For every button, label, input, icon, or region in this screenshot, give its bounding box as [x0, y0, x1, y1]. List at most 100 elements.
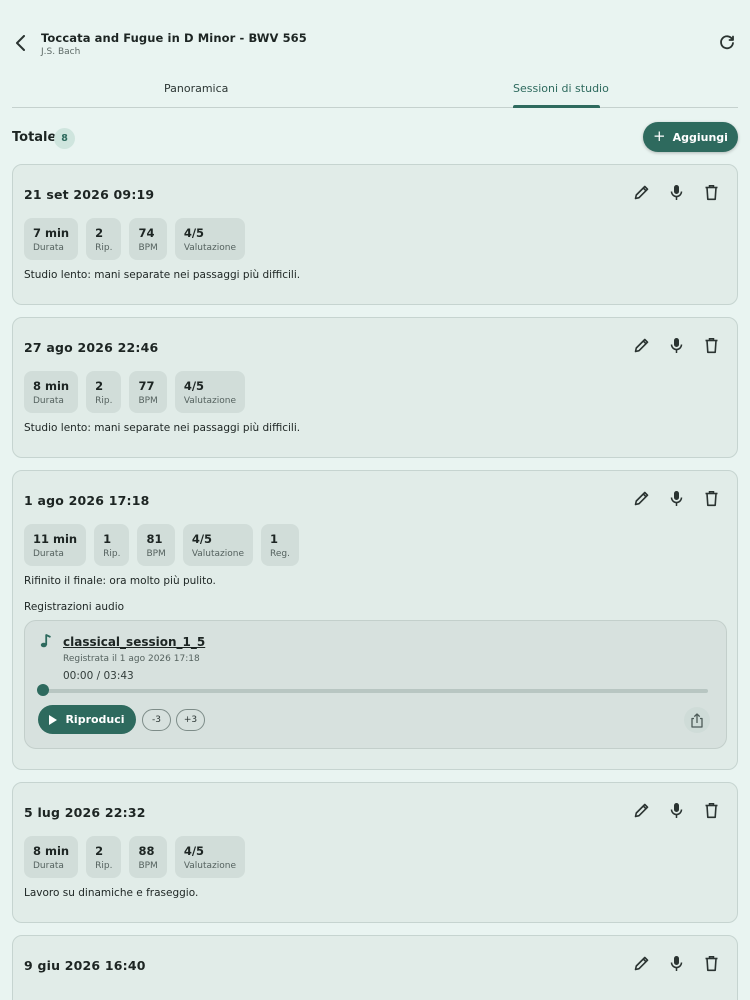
stat-label: Rip.: [95, 395, 113, 406]
stat-chip-rating: 4/5 Valutazione: [182, 524, 254, 566]
session-date: 9 giu 2026 16:40: [24, 958, 146, 973]
playback-time: 00:00 / 03:43: [63, 670, 134, 682]
session-card: 5 lug 2026 22:32 8 min Durata 2 Rip. 88 BPM…: [12, 782, 738, 923]
total-label: Totale: [12, 130, 57, 145]
add-button-label: Aggiungi: [672, 130, 728, 144]
session-card: 21 set 2026 09:19 7 min Durata 2 Rip. 74 BP…: [12, 164, 738, 305]
title-block: Toccata and Fugue in D Minor - BWV 565 J…: [41, 31, 307, 57]
trash-icon: [705, 185, 718, 201]
session-stats: 8 min Durata 2 Rip. 88 BPM 4/5 Valutazione: [24, 836, 246, 878]
skip-forward-button[interactable]: +3: [176, 709, 205, 731]
delete-button[interactable]: [703, 337, 720, 354]
delete-button[interactable]: [703, 802, 720, 819]
tab-study-sessions[interactable]: Sessioni di studio: [513, 82, 609, 95]
trash-icon: [705, 803, 718, 819]
record-button[interactable]: [668, 490, 685, 507]
refresh-button[interactable]: [718, 34, 736, 52]
edit-button[interactable]: [633, 490, 650, 507]
stat-value: 8 min: [33, 843, 70, 858]
session-card: 9 giu 2026 16:40: [12, 935, 738, 1000]
stat-chip-bpm: 74 BPM: [129, 218, 167, 260]
record-button[interactable]: [668, 802, 685, 819]
plus-icon: +: [653, 127, 666, 145]
share-icon: [691, 712, 703, 728]
back-button[interactable]: [10, 32, 32, 54]
playback-slider-thumb[interactable]: [37, 684, 49, 696]
stat-label: Durata: [33, 242, 64, 253]
stat-label: Valutazione: [183, 860, 237, 871]
recording-name[interactable]: classical_session_1_5: [63, 635, 205, 649]
edit-button[interactable]: [633, 802, 650, 819]
total-count-badge: 8: [54, 128, 75, 149]
pencil-icon: [634, 803, 649, 818]
trash-icon: [705, 338, 718, 354]
stat-chip-bpm: 81 BPM: [137, 524, 175, 566]
microphone-icon: [670, 185, 683, 200]
stat-label: Valutazione: [183, 242, 237, 253]
stat-value: 2: [95, 378, 104, 393]
stat-value: 2: [95, 225, 104, 240]
session-card: 27 ago 2026 22:46 8 min Durata 2 Rip. 77 BP…: [12, 317, 738, 458]
record-button[interactable]: [668, 184, 685, 201]
stat-chip-bpm: 88 BPM: [129, 836, 167, 878]
stat-label: Valutazione: [191, 548, 245, 559]
stat-value: 4/5: [183, 843, 205, 858]
stat-label: Durata: [33, 860, 64, 871]
composer-subtitle: J.S. Bach: [41, 47, 81, 57]
microphone-icon: [670, 803, 683, 818]
stat-value: 81: [146, 531, 163, 546]
edit-button[interactable]: [633, 184, 650, 201]
stat-chip-duration: 7 min Durata: [24, 218, 79, 260]
stat-value: 8 min: [33, 378, 70, 393]
microphone-icon: [670, 491, 683, 506]
session-date: 5 lug 2026 22:32: [24, 805, 146, 820]
session-actions: [633, 490, 720, 507]
stat-chip-duration: 11 min Durata: [24, 524, 87, 566]
trash-icon: [705, 956, 718, 972]
edit-button[interactable]: [633, 337, 650, 354]
stat-chip-duration: 8 min Durata: [24, 836, 79, 878]
stat-label: BPM: [138, 395, 158, 406]
stat-value: 11 min: [33, 531, 78, 546]
session-actions: [633, 955, 720, 972]
session-note: Lavoro su dinamiche e fraseggio.: [24, 887, 199, 899]
stat-label: Valutazione: [183, 395, 237, 406]
record-button[interactable]: [668, 955, 685, 972]
stat-chip-repetitions: 2 Rip.: [86, 218, 122, 260]
stat-label: BPM: [146, 548, 166, 559]
session-actions: [633, 802, 720, 819]
stat-label: Rip.: [95, 242, 113, 253]
stat-value: 2: [95, 843, 104, 858]
playback-slider[interactable]: [43, 689, 708, 693]
refresh-icon: [720, 35, 734, 50]
delete-button[interactable]: [703, 184, 720, 201]
microphone-icon: [670, 338, 683, 353]
stat-chip-rating: 4/5 Valutazione: [174, 836, 246, 878]
play-icon: [49, 714, 58, 725]
delete-button[interactable]: [703, 490, 720, 507]
app-bar: Toccata and Fugue in D Minor - BWV 565 J…: [0, 0, 750, 80]
stat-value: 77: [138, 378, 155, 393]
pencil-icon: [634, 185, 649, 200]
stat-chip-repetitions: 2 Rip.: [86, 371, 122, 413]
share-button[interactable]: [684, 707, 710, 733]
stat-value: 7 min: [33, 225, 70, 240]
session-note: Studio lento: mani separate nei passaggi…: [24, 269, 301, 281]
session-actions: [633, 184, 720, 201]
delete-button[interactable]: [703, 955, 720, 972]
stat-label: Durata: [33, 548, 64, 559]
page-title: Toccata and Fugue in D Minor - BWV 565: [41, 31, 307, 45]
stat-value: 1: [103, 531, 112, 546]
play-button[interactable]: Riproduci: [38, 705, 136, 734]
total-row: Totale 8 + Aggiungi: [12, 122, 738, 154]
add-session-button[interactable]: + Aggiungi: [643, 122, 738, 152]
stat-chip-rating: 4/5 Valutazione: [174, 218, 246, 260]
stat-value: 88: [138, 843, 155, 858]
pencil-icon: [634, 491, 649, 506]
edit-button[interactable]: [633, 955, 650, 972]
stat-value: 74: [138, 225, 155, 240]
record-button[interactable]: [668, 337, 685, 354]
tab-overview[interactable]: Panoramica: [164, 82, 228, 95]
session-note: Studio lento: mani separate nei passaggi…: [24, 422, 301, 434]
skip-back-button[interactable]: -3: [142, 709, 171, 731]
